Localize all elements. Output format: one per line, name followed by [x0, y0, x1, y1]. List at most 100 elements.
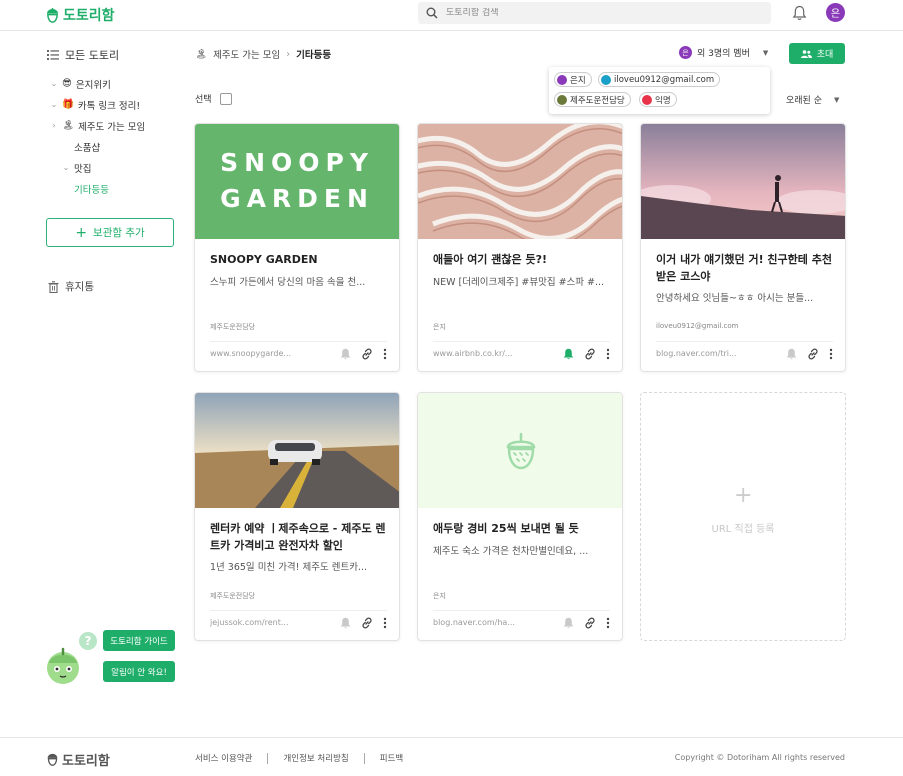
chevron-down-icon[interactable]: ⌄: [50, 79, 58, 88]
member-dropdown[interactable]: 은 외 3명의 멤버 ▼: [679, 46, 768, 59]
card-thumbnail: [418, 393, 622, 508]
link-icon[interactable]: [584, 616, 596, 629]
plus-icon: +: [734, 483, 753, 508]
member-count-label: 외 3명의 멤버: [697, 49, 750, 59]
search-bar[interactable]: [418, 2, 771, 24]
more-vertical-icon[interactable]: [829, 348, 833, 360]
card-description: 스누피 가든에서 당신의 마음 속을 천...: [210, 277, 366, 288]
more-vertical-icon[interactable]: [383, 617, 387, 629]
footer-divider: [363, 752, 365, 764]
card-title: 이거 내가 얘기했던 거! 친구한테 추천받은 코스야: [656, 253, 832, 283]
more-vertical-icon[interactable]: [606, 348, 610, 360]
member-avatar: 은: [679, 46, 692, 59]
member-name: 익명: [655, 95, 671, 106]
question-mark: ?: [84, 634, 92, 648]
breadcrumb-parent[interactable]: 제주도 가는 모임: [213, 47, 280, 61]
link-icon[interactable]: [361, 616, 373, 629]
chevron-down-icon[interactable]: ⌄: [50, 100, 58, 109]
bookmark-card[interactable]: 렌터카 예약 ㅣ제주속으로 - 제주도 렌트카 가격비고 완전자차 할인 1년 …: [194, 392, 400, 641]
card-author: 제주도운전담당: [210, 592, 256, 600]
card-description: 1년 365일 미친 가격! 제주도 렌트카...: [210, 562, 368, 573]
sidebar-item-kakao-links[interactable]: ⌄ 🎁 카톡 링크 정리!: [50, 94, 145, 115]
member-chip: 은지: [554, 72, 592, 87]
sidebar-item-prop-shop[interactable]: 소품샵: [50, 136, 145, 157]
caret-down-icon: ▼: [762, 48, 769, 57]
member-dot: [601, 74, 611, 85]
card-author: 은지: [433, 323, 446, 331]
card-thumbnail: SNOOPY GARDEN: [195, 124, 399, 239]
list-icon: [47, 50, 59, 60]
card-url[interactable]: blog.naver.com/tri...: [656, 349, 776, 358]
terms-link[interactable]: 서비스 이용약관: [195, 752, 252, 764]
logo[interactable]: 도토리함: [45, 5, 115, 25]
sidebar-item-eunji-wiki[interactable]: ⌄ 😎 은지위키: [50, 73, 145, 94]
card-title: 애들아 여기 괜찮은 듯?!: [433, 253, 547, 266]
bookmark-card[interactable]: 애두랑 경비 25씩 보내면 될 듯 제주도 숙소 가격은 천차만별인데요, .…: [417, 392, 623, 641]
more-vertical-icon[interactable]: [383, 348, 387, 360]
add-folder-button[interactable]: + 보관함 추가: [46, 218, 174, 247]
member-name: 제주도운전담당: [570, 95, 625, 106]
url-register-card[interactable]: + URL 직접 등록: [640, 392, 846, 641]
guide-button[interactable]: 도토리함 가이드: [103, 630, 175, 651]
more-vertical-icon[interactable]: [606, 617, 610, 629]
card-author: iloveu0912@gmail.com: [656, 322, 739, 330]
bell-icon[interactable]: [563, 617, 574, 629]
card-author: 은지: [433, 592, 446, 600]
footer-logo[interactable]: 도토리함: [46, 750, 110, 769]
sidebar-item-etc[interactable]: 기타등등: [50, 178, 145, 199]
bookmark-card[interactable]: 애들아 여기 괜찮은 듯?! NEW [더레이크제주] #뷰맛집 #스파 #..…: [417, 123, 623, 372]
bell-icon[interactable]: [786, 348, 797, 360]
no-alarm-button[interactable]: 알림이 안 와요!: [103, 661, 175, 682]
member-name: 은지: [570, 75, 586, 86]
url-register-label: URL 직접 등록: [711, 524, 775, 535]
link-icon[interactable]: [584, 347, 596, 360]
sidebar-all-dotori[interactable]: 모든 도토리: [47, 47, 119, 63]
bell-icon[interactable]: [340, 348, 351, 360]
chevron-right-icon[interactable]: ›: [50, 121, 58, 130]
notification-bell-icon[interactable]: [792, 5, 807, 24]
sidebar-item-jeju-group[interactable]: › 🏝 제주도 가는 모임: [50, 115, 145, 136]
card-url[interactable]: blog.naver.com/ha...: [433, 618, 553, 627]
privacy-link[interactable]: 개인정보 처리방침: [283, 752, 348, 764]
card-footer: www.snoopygarde...: [210, 341, 387, 365]
link-icon[interactable]: [807, 347, 819, 360]
member-popover: 은지 iloveu0912@gmail.com 제주도운전담당 익명: [549, 67, 770, 114]
acorn-placeholder-icon: [506, 433, 536, 470]
feedback-link[interactable]: 피드백: [380, 752, 403, 764]
sidebar-item-label: 은지위키: [75, 79, 111, 91]
bell-icon[interactable]: [340, 617, 351, 629]
sort-label: 오래된 순: [786, 96, 822, 106]
card-thumbnail: [641, 124, 845, 239]
thumbnail-text: SNOOPY: [220, 148, 374, 177]
card-title: SNOOPY GARDEN: [210, 253, 318, 266]
folder-emoji-icon: 😎: [62, 78, 72, 89]
member-dot: [557, 74, 567, 85]
card-url[interactable]: www.snoopygarde...: [210, 349, 330, 358]
folder-emoji-icon: 🏝: [195, 48, 208, 60]
select-all-checkbox[interactable]: [219, 92, 232, 105]
card-description: NEW [더레이크제주] #뷰맛집 #스파 #...: [433, 277, 605, 288]
bookmark-card[interactable]: 이거 내가 얘기했던 거! 친구한테 추천받은 코스야 안녕하세요 잇님들~ㅎㅎ…: [640, 123, 846, 372]
select-label: 선택: [195, 95, 212, 105]
sort-dropdown[interactable]: 오래된 순 ▼: [786, 93, 839, 107]
avatar-letter: 은: [830, 9, 841, 20]
sidebar-item-label: 맛집: [74, 163, 92, 175]
bookmark-card[interactable]: SNOOPY GARDEN SNOOPY GARDEN 스누피 가든에서 당신의…: [194, 123, 400, 372]
sidebar-item-restaurants[interactable]: ⌄ 맛집: [50, 157, 145, 178]
sidebar-trash[interactable]: 휴지통: [48, 279, 94, 294]
trash-icon: [48, 280, 59, 293]
link-icon[interactable]: [361, 347, 373, 360]
bell-icon-active[interactable]: [563, 348, 574, 360]
user-avatar[interactable]: 은: [826, 3, 845, 22]
chevron-down-icon[interactable]: ⌄: [62, 163, 70, 172]
invite-button[interactable]: 초대: [789, 43, 845, 64]
search-input[interactable]: [446, 8, 746, 18]
sunset-hiker-image: [641, 124, 845, 239]
member-avatar-letter: 은: [682, 48, 689, 57]
acorn-logo-icon: [47, 753, 58, 766]
logo-text: 도토리함: [63, 8, 115, 24]
card-url[interactable]: www.airbnb.co.kr/...: [433, 349, 553, 358]
member-chip: 익명: [639, 92, 677, 107]
card-url[interactable]: jejussok.com/rent...: [210, 618, 330, 627]
question-icon[interactable]: ?: [79, 632, 97, 650]
